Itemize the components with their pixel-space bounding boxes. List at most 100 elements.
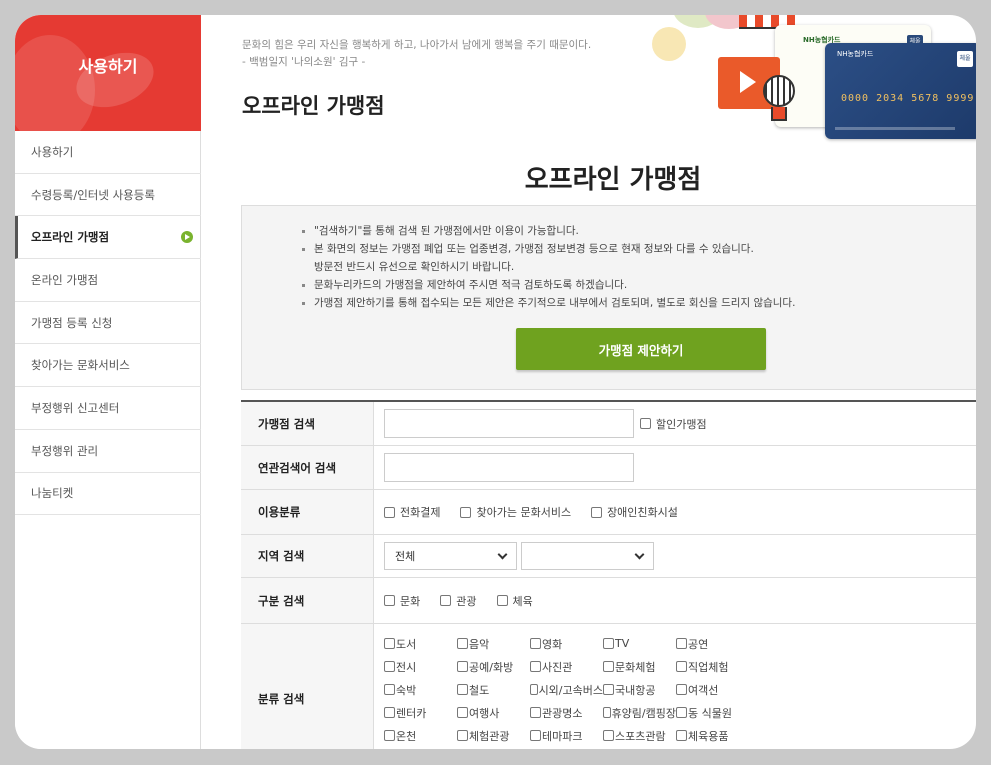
usage-checkbox-phone[interactable]: 전화결제 [384,504,440,520]
quote-source: - 백범일지 '나의소원' 김구 - [242,56,366,68]
checkbox-label: 영화 [542,637,563,651]
sidebar-item-label: 찾아가는 문화서비스 [31,358,130,373]
category-checkbox[interactable]: 음악 [457,632,530,655]
sidebar-item-offline-store[interactable]: 오프라인 가맹점 [15,216,201,260]
region-row: 지역 검색 전체 [241,535,976,578]
type-checkbox-tour[interactable]: 관광 [440,593,477,609]
lamp-icon [763,75,795,107]
sidebar-item-use[interactable]: 사용하기 [15,131,201,174]
category-checkbox[interactable]: 철도 [457,678,530,701]
checkbox-box [457,661,468,672]
checkbox-box [457,684,468,695]
category-checkbox[interactable]: 공연 [676,632,749,655]
checkbox-label: 시외/고속버스 [538,683,603,697]
category-checkbox[interactable]: 숙박 [384,678,457,701]
category-checkbox[interactable]: 렌터카 [384,701,457,724]
category-checkbox[interactable]: 온천 [384,724,457,747]
sidebar-item-label: 수령등록/인터넷 사용등록 [31,187,155,202]
category-checkbox[interactable]: 시외/고속버스 [530,678,603,701]
checkbox-box [384,684,395,695]
checkbox-box [640,418,651,429]
category-checkbox[interactable]: 문화체험 [603,655,676,678]
checkbox-box [496,595,508,606]
sidebar-item-store-apply[interactable]: 가맹점 등록 신청 [15,302,201,345]
region-select[interactable]: 전체 [384,542,517,570]
category-checkbox[interactable]: 여객선 [676,678,749,701]
checkbox-label: 체육용품 [688,729,729,743]
store-search-row: 가맹점 검색 할인가맹점 [241,402,976,446]
usage-checkbox-visit[interactable]: 찾아가는 문화서비스 [460,504,571,520]
checkbox-box [457,730,468,741]
notice-item: 방문전 반드시 유선으로 확인하시기 바랍니다. [314,261,515,273]
notice-item: 본 화면의 정보는 가맹점 폐업 또는 업종변경, 가맹점 정보변경 등으로 현… [302,240,795,258]
related-search-row: 연관검색어 검색 [241,446,976,490]
category-checkbox[interactable]: 도서 [384,632,457,655]
category-checkbox[interactable]: 휴양림/캠핑장 [603,701,676,724]
card-strip [835,127,955,130]
sidebar-item-label: 부정행위 신고센터 [31,400,120,415]
category-checkbox[interactable]: TV [603,632,676,655]
checkbox-box [603,707,611,718]
sidebar-item-registration[interactable]: 수령등록/인터넷 사용등록 [15,174,201,217]
checkbox-box [384,661,395,672]
category-checkbox[interactable]: 영화 [530,632,603,655]
sidebar-item-fraud-report[interactable]: 부정행위 신고센터 [15,387,201,430]
checkbox-label: 찾아가는 문화서비스 [476,506,572,519]
checkbox-box [384,707,395,718]
checkbox-label: 할인가맹점 [656,417,707,431]
suggest-store-button[interactable]: 가맹점 제안하기 [516,328,766,370]
checkbox-label: 동 식물원 [688,706,732,720]
checkbox-box [603,684,614,695]
checkbox-box [530,684,538,695]
category-checkbox[interactable]: 체육용품 [676,724,749,747]
store-search-cell: 할인가맹점 [374,402,976,445]
checkbox-label: 스포츠관람 [615,729,666,743]
category-checkbox[interactable]: 관광명소 [530,701,603,724]
region-label: 지역 검색 [241,535,374,577]
checkbox-box [603,638,614,649]
category-checkbox[interactable]: 체육시설 [384,747,457,749]
type-checkbox-culture[interactable]: 문화 [384,593,420,609]
region-sub-select[interactable] [521,542,654,570]
usage-checkbox-accessible[interactable]: 장애인친화시설 [591,504,678,520]
type-cell: 문화 관광 체육 [374,578,976,623]
category-checkbox[interactable]: 체험관광 [457,724,530,747]
sidebar-item-culture-service[interactable]: 찾아가는 문화서비스 [15,344,201,388]
category-checkbox[interactable]: 테마파크 [530,724,603,747]
checkbox-label: 음악 [469,637,490,651]
checkbox-box [603,661,614,672]
category-checkbox[interactable]: 여행사 [457,701,530,724]
discount-store-checkbox[interactable]: 할인가맹점 [640,416,707,432]
play-triangle [740,71,756,93]
checkbox-box [676,661,687,672]
category-checkbox[interactable]: 스포츠관람 [603,724,676,747]
checkbox-box [530,707,541,718]
sidebar-item-fraud-manage[interactable]: 부정행위 관리 [15,430,201,473]
category-checkbox[interactable]: 직업체험 [676,655,749,678]
category-checkbox[interactable]: 사진관 [530,655,603,678]
related-search-label: 연관검색어 검색 [241,446,374,489]
category-row: 분류 검색 도서 음악 영화 TV 공연 전시 공예/화방 사진관 문화체험 직업체험 숙박 철도 시외… [241,624,976,749]
store-search-input[interactable] [384,409,634,438]
category-checkbox[interactable]: 공예/화방 [457,655,530,678]
decor-circle-yellow [652,27,686,61]
related-search-input[interactable] [384,453,634,482]
category-checkbox[interactable]: 전시 [384,655,457,678]
sidebar-item-share-ticket[interactable]: 나눔티켓 [15,473,201,516]
checkbox-box [676,730,687,741]
category-checkbox[interactable]: 국내항공 [603,678,676,701]
checkbox-label: 장애인친화시설 [607,506,678,519]
checkbox-label: TV [615,637,630,650]
sidebar-item-online-store[interactable]: 온라인 가맹점 [15,259,201,302]
type-checkbox-sports[interactable]: 체육 [496,593,533,609]
checkbox-box [384,730,395,741]
category-checkbox[interactable]: 동 식물원 [676,701,749,724]
sidebar-item-label: 부정행위 관리 [31,443,99,458]
checkbox-box [457,638,468,649]
checkbox-label: 공연 [688,637,709,651]
checkbox-label: 국내항공 [615,683,656,697]
card-brand-text: NH농협카드 [837,50,874,58]
content-title: 오프라인 가맹점 [524,165,702,195]
notice-list: "검색하기"를 통해 검색 된 가맹점에서만 이용이 가능합니다. 본 화면의 … [302,222,795,312]
checkbox-label: 전시 [396,660,417,674]
